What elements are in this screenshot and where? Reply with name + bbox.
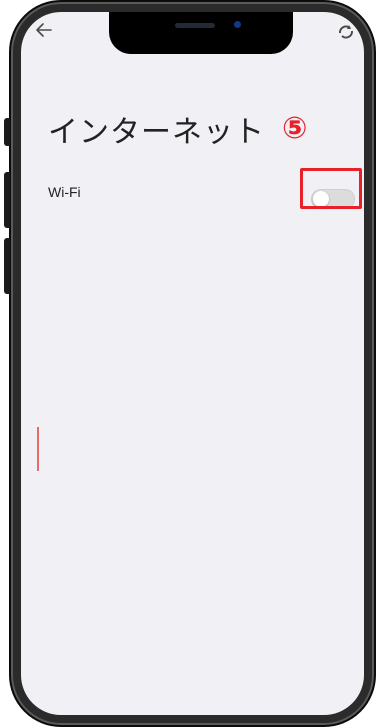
wifi-label: Wi-Fi bbox=[48, 184, 81, 200]
volume-down-button bbox=[4, 238, 10, 294]
page-title: インターネット bbox=[48, 115, 265, 150]
highlight-box bbox=[300, 168, 362, 209]
phone-screen: インターネット Wi-Fi bbox=[21, 12, 364, 715]
silent-switch bbox=[4, 118, 10, 146]
sync-icon bbox=[337, 24, 355, 40]
volume-up-button bbox=[4, 172, 10, 228]
notch bbox=[109, 12, 293, 54]
back-arrow-icon[interactable] bbox=[35, 22, 53, 38]
red-mark bbox=[37, 427, 39, 471]
speaker-icon bbox=[175, 23, 215, 28]
step-number-badge: ⑤ bbox=[282, 111, 308, 146]
camera-icon bbox=[234, 21, 241, 28]
stage: インターネット Wi-Fi ⑤ bbox=[0, 0, 385, 728]
